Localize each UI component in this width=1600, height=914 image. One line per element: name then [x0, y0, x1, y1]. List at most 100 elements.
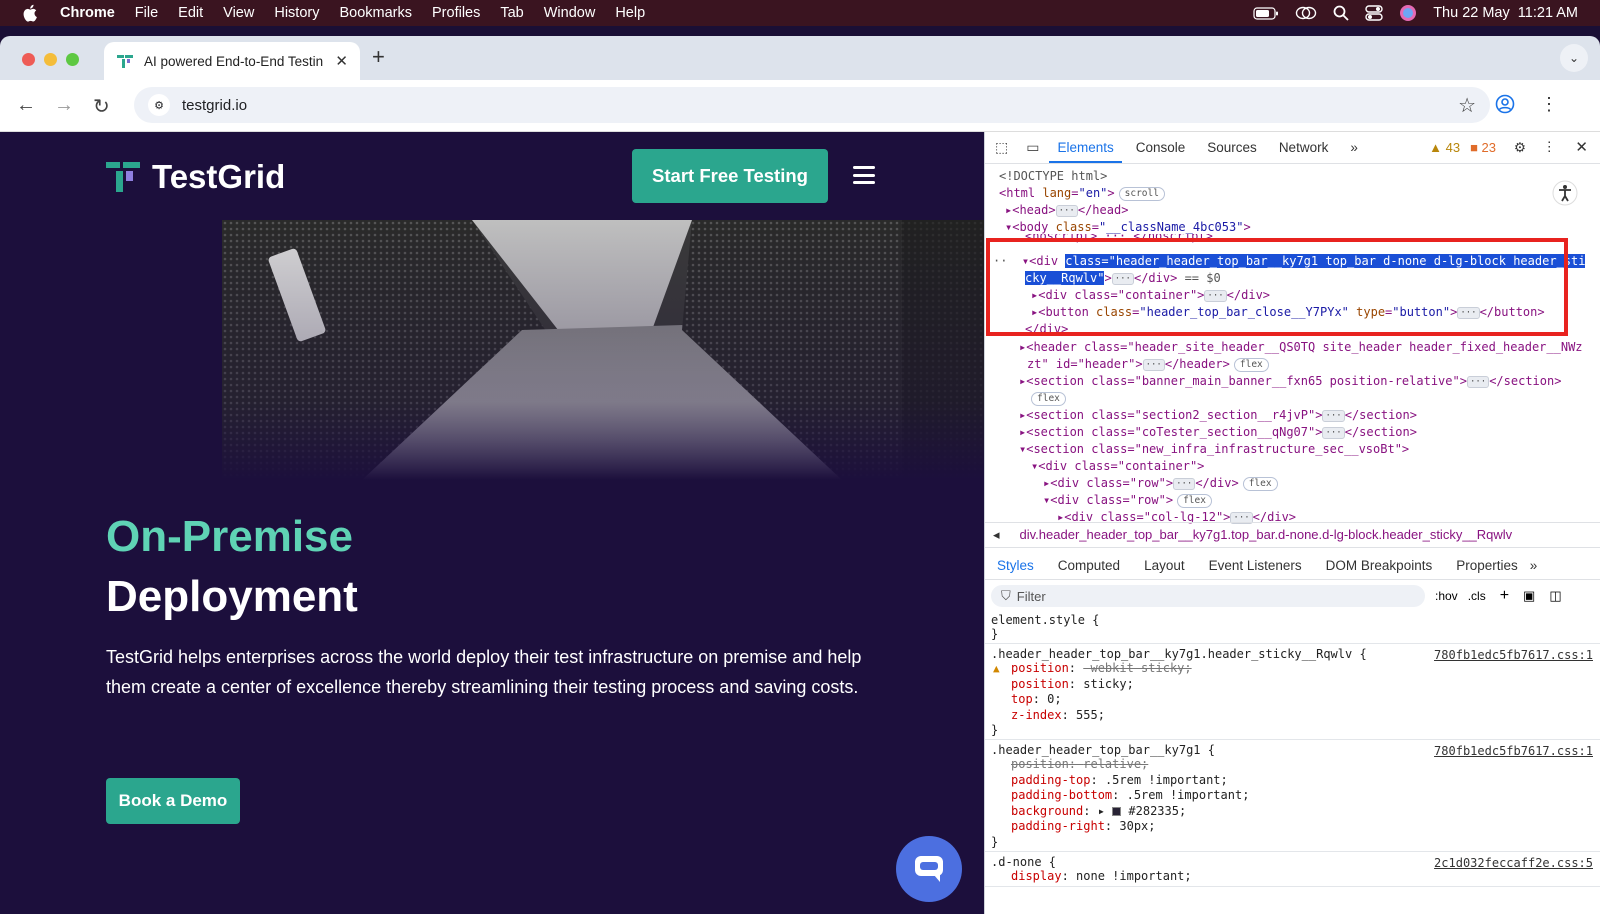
dom-banner-flex-badge[interactable]: flex: [1027, 390, 1066, 407]
menu-bookmarks[interactable]: Bookmarks: [339, 5, 412, 21]
new-tab-button[interactable]: +: [372, 44, 385, 70]
siri-icon[interactable]: [1399, 4, 1417, 22]
dom-infra-container[interactable]: ▾<div class="container">: [1031, 458, 1204, 475]
tab-strip: AI powered End-to-End Testin ✕ + ⌄: [0, 36, 1600, 80]
book-demo-button[interactable]: Book a Demo: [106, 778, 240, 824]
search-icon[interactable]: [1333, 5, 1349, 21]
menu-edit[interactable]: Edit: [178, 5, 203, 21]
more-style-tabs-icon[interactable]: »: [1530, 558, 1538, 573]
settings-gear-icon[interactable]: ⚙: [1514, 140, 1526, 156]
new-style-rule-icon[interactable]: +: [1500, 587, 1509, 605]
menu-file[interactable]: File: [135, 5, 158, 21]
maximize-window-button[interactable]: [66, 53, 79, 66]
dom-header-line2[interactable]: zt" id="header"> ··· </header> flex: [1027, 356, 1269, 373]
menu-help[interactable]: Help: [615, 5, 645, 21]
url-text[interactable]: testgrid.io: [182, 97, 247, 114]
close-window-button[interactable]: [22, 53, 35, 66]
tab-elements[interactable]: Elements: [1049, 140, 1123, 163]
tab-computed[interactable]: Computed: [1058, 558, 1120, 573]
element-state-icon[interactable]: ▣: [1523, 588, 1535, 604]
dom-infra-section[interactable]: ▾<section class="new_infra_infrastructur…: [1019, 441, 1409, 458]
control-center-icon[interactable]: [1365, 5, 1383, 21]
dom-header-line1[interactable]: ▸<header class="header_site_header__QS0T…: [1019, 339, 1583, 356]
hov-toggle[interactable]: :hov: [1435, 589, 1458, 603]
back-button[interactable]: ←: [16, 94, 36, 117]
tab-search-button[interactable]: ⌄: [1560, 44, 1588, 72]
close-devtools-icon[interactable]: ✕: [1575, 138, 1588, 156]
site-logo[interactable]: TestGrid: [106, 158, 285, 196]
testgrid-logo-icon: [106, 162, 140, 192]
battery-icon[interactable]: [1253, 6, 1279, 20]
rule-source-link[interactable]: 2c1d032feccaff2e.css:5: [1434, 856, 1593, 870]
dom-selected-div-line1[interactable]: ·· ▾<div class="header_header_top_bar__k…: [993, 253, 1586, 270]
address-bar[interactable]: ⚙ testgrid.io ☆: [134, 87, 1490, 123]
dom-section2[interactable]: ▸<section class="section2_section__r4jvP…: [1019, 407, 1417, 424]
toggle-sidebar-icon[interactable]: ◫: [1549, 588, 1561, 604]
menu-tab[interactable]: Tab: [500, 5, 523, 21]
devtools-menu-icon[interactable]: ⋮: [1543, 139, 1557, 155]
tab-properties[interactable]: Properties: [1456, 558, 1518, 573]
dom-head[interactable]: ▸<head> ··· </head>: [1005, 202, 1128, 219]
dom-banner-section[interactable]: ▸<section class="banner_main_banner__fxn…: [1019, 373, 1561, 390]
menubar-clock[interactable]: Thu 22 May 11:21 AM: [1433, 5, 1578, 21]
dom-row-2[interactable]: ▾<div class="row"> flex: [1043, 492, 1212, 509]
dom-cotester-section[interactable]: ▸<section class="coTester_section__qNg07…: [1019, 424, 1417, 441]
testgrid-favicon: [117, 55, 133, 68]
dom-noscript[interactable]: <noscript> ··· </noscript>: [1025, 234, 1213, 244]
tab-event-listeners[interactable]: Event Listeners: [1209, 558, 1302, 573]
styles-filter-input[interactable]: ⛉ Filter: [991, 585, 1425, 607]
minimize-window-button[interactable]: [44, 53, 57, 66]
screen-mirroring-icon[interactable]: [1295, 5, 1317, 21]
dom-breadcrumb[interactable]: ◂ div.header_header_top_bar__ky7g1.top_ba…: [985, 522, 1600, 548]
more-tabs-icon[interactable]: »: [1350, 140, 1358, 155]
profile-icon[interactable]: [1495, 94, 1515, 114]
close-tab-icon[interactable]: ✕: [335, 52, 348, 70]
menu-view[interactable]: View: [223, 5, 254, 21]
style-rule-d-none[interactable]: 2c1d032feccaff2e.css:5 .d-none { display…: [985, 852, 1600, 887]
forward-button[interactable]: →: [54, 94, 74, 117]
dom-close-button[interactable]: ▸<button class="header_top_bar_close__Y7…: [1031, 304, 1545, 321]
error-count: ■ 23: [1470, 140, 1496, 155]
dom-selected-div-line2[interactable]: cky__Rqwlv"> ··· </div> == $0: [1025, 270, 1221, 287]
reload-button[interactable]: ↻: [93, 94, 110, 119]
tab-styles[interactable]: Styles: [997, 558, 1034, 573]
menu-window[interactable]: Window: [544, 5, 596, 21]
style-rule-element[interactable]: element.style { }: [985, 610, 1600, 644]
chrome-menu-icon[interactable]: ⋮: [1540, 94, 1558, 115]
rule-source-link[interactable]: 780fb1edc5fb7617.css:1: [1434, 744, 1593, 758]
tab-sources[interactable]: Sources: [1207, 140, 1257, 155]
tab-console[interactable]: Console: [1136, 140, 1186, 155]
dom-doctype[interactable]: <!DOCTYPE html>: [999, 168, 1107, 185]
chat-bubble-icon: [915, 856, 943, 882]
cls-toggle[interactable]: .cls: [1468, 589, 1486, 603]
device-toolbar-icon[interactable]: ▭: [1026, 139, 1039, 156]
inspect-element-icon[interactable]: ⬚: [995, 139, 1008, 156]
start-free-testing-button[interactable]: Start Free Testing: [632, 149, 828, 203]
accessibility-icon[interactable]: [1552, 180, 1578, 206]
tab-network[interactable]: Network: [1279, 140, 1329, 155]
hero-title-line-1: On-Premise: [106, 512, 353, 561]
apple-icon[interactable]: [22, 4, 40, 22]
style-rule-top-bar[interactable]: 780fb1edc5fb7617.css:1 .header_header_to…: [985, 740, 1600, 852]
tab-dom-breakpoints[interactable]: DOM Breakpoints: [1326, 558, 1433, 573]
dom-div-end[interactable]: </div>: [1025, 321, 1068, 338]
dom-row-1[interactable]: ▸<div class="row"> ··· </div> flex: [1043, 475, 1278, 492]
tab-active[interactable]: AI powered End-to-End Testin ✕: [104, 42, 360, 80]
dom-container[interactable]: ▸<div class="container"> ··· </div>: [1031, 287, 1270, 304]
hamburger-menu-icon[interactable]: [853, 166, 875, 184]
dom-html[interactable]: <html lang="en"> scroll: [999, 185, 1165, 202]
style-rule-sticky[interactable]: 780fb1edc5fb7617.css:1 .header_header_to…: [985, 644, 1600, 740]
scroll-badge[interactable]: scroll: [1118, 186, 1165, 201]
menu-profiles[interactable]: Profiles: [432, 5, 480, 21]
color-swatch[interactable]: [1112, 806, 1122, 816]
macos-menubar: Chrome File Edit View History Bookmarks …: [0, 0, 1600, 26]
site-info-icon[interactable]: ⚙: [148, 94, 170, 116]
issue-counts[interactable]: ▲ 43 ■ 23: [1429, 140, 1496, 155]
bookmark-star-icon[interactable]: ☆: [1458, 93, 1476, 118]
menu-history[interactable]: History: [274, 5, 319, 21]
chat-widget-button[interactable]: [896, 836, 962, 902]
menu-app-name[interactable]: Chrome: [60, 5, 115, 21]
tab-layout[interactable]: Layout: [1144, 558, 1185, 573]
dom-tree[interactable]: <!DOCTYPE html> <html lang="en"> scroll ▸…: [985, 164, 1600, 526]
rule-source-link[interactable]: 780fb1edc5fb7617.css:1: [1434, 648, 1593, 662]
